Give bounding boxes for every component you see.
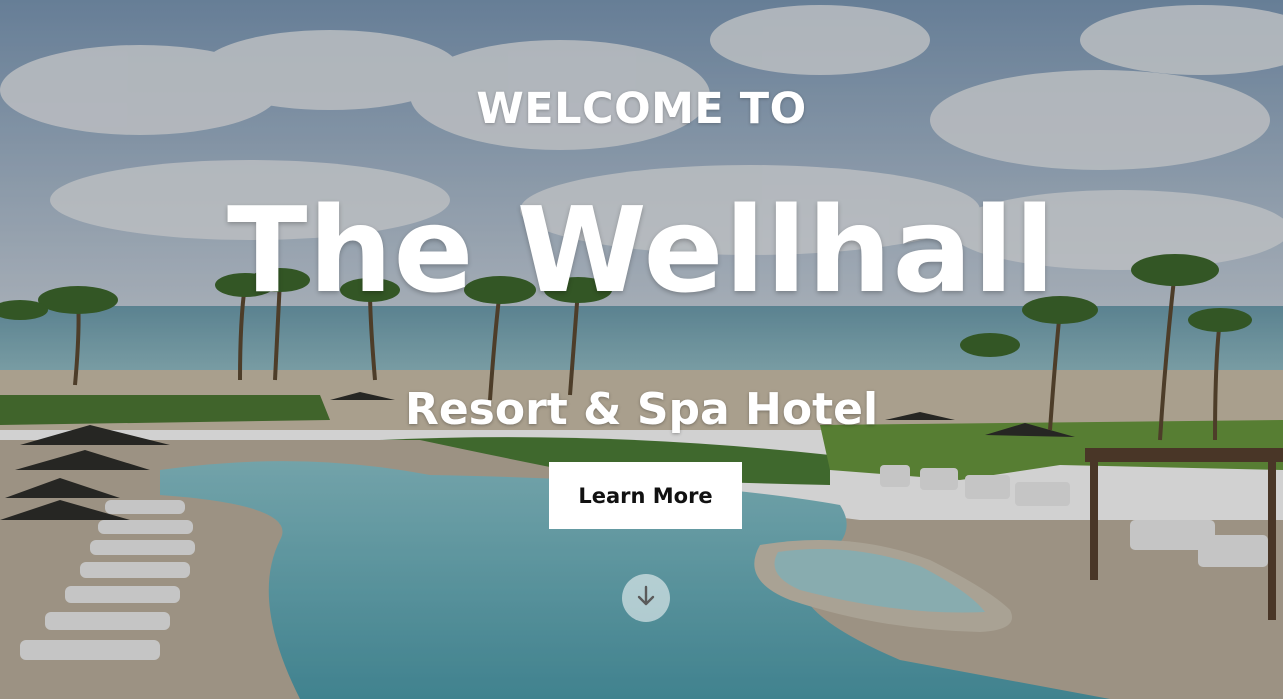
hotel-name-title: The Wellhall	[226, 181, 1056, 319]
hero-section: WELCOME TO The Wellhall Resort & Spa Hot…	[0, 0, 1283, 699]
hero-content: WELCOME TO The Wellhall Resort & Spa Hot…	[0, 0, 1283, 699]
learn-more-button[interactable]: Learn More	[549, 462, 742, 529]
hotel-subtitle: Resort & Spa Hotel	[404, 384, 879, 435]
welcome-heading: WELCOME TO	[476, 84, 807, 134]
arrow-down-icon	[633, 583, 659, 613]
scroll-down-button[interactable]	[622, 574, 670, 622]
